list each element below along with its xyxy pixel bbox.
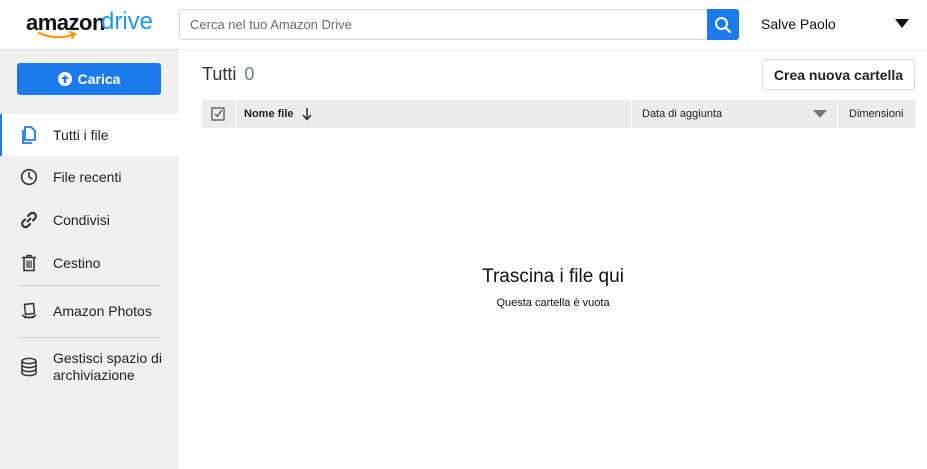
select-all-checkbox[interactable] — [202, 100, 234, 128]
logo-smile-icon — [38, 31, 77, 39]
search-input[interactable] — [179, 9, 708, 40]
sort-arrow-down-icon — [301, 108, 312, 121]
sidebar-item-recent-files[interactable]: File recenti — [0, 156, 179, 198]
sidebar-item-manage-storage[interactable]: Gestisci spazio di archiviazione — [0, 343, 179, 391]
files-icon — [20, 126, 38, 144]
search-button[interactable] — [707, 9, 739, 40]
column-header-name[interactable]: Nome file — [235, 100, 631, 128]
item-count: 0 — [244, 64, 255, 84]
column-header-date-label: Data di aggiunta — [642, 108, 723, 120]
search-icon — [715, 16, 732, 33]
empty-state-title: Trascina i file qui — [482, 266, 624, 287]
top-header: amazon drive Salve Paolo — [0, 0, 927, 50]
account-dropdown-caret-icon[interactable] — [895, 19, 909, 28]
column-header-date[interactable]: Data di aggiunta — [631, 100, 837, 128]
upload-button-label: Carica — [77, 71, 121, 87]
sidebar-item-label: Tutti i file — [53, 126, 109, 143]
link-icon — [20, 211, 38, 229]
page-title-text: Tutti — [202, 64, 237, 84]
sidebar-item-all-files[interactable]: Tutti i file — [0, 114, 179, 156]
create-folder-button[interactable]: Crea nuova cartella — [762, 59, 915, 90]
column-header-size[interactable]: Dimensioni — [837, 100, 915, 128]
clock-icon — [20, 168, 38, 186]
column-header-name-label: Nome file — [244, 108, 294, 120]
sidebar-item-label: Condivisi — [53, 211, 110, 228]
storage-icon — [20, 357, 38, 377]
checkbox-icon — [211, 107, 225, 121]
sidebar-item-shared[interactable]: Condivisi — [0, 199, 179, 241]
column-dropdown-icon[interactable] — [813, 110, 827, 118]
logo-drive-text: drive — [101, 8, 154, 35]
upload-button[interactable]: Carica — [17, 63, 161, 95]
column-header-size-label: Dimensioni — [849, 108, 904, 120]
sidebar-item-label: File recenti — [53, 168, 122, 185]
user-greeting[interactable]: Salve Paolo — [761, 16, 836, 32]
sidebar: Carica Tutti i file File recenti Condivi… — [0, 50, 179, 469]
page-title: Tutti 0 — [202, 64, 254, 85]
sidebar-divider — [18, 337, 161, 338]
upload-arrow-icon — [57, 72, 72, 86]
file-table-header: Nome file Data di aggiunta Dimensioni — [202, 100, 915, 128]
empty-state-subtitle: Questa cartella è vuota — [496, 297, 610, 309]
sidebar-item-label: Gestisci spazio di archiviazione — [53, 350, 162, 383]
